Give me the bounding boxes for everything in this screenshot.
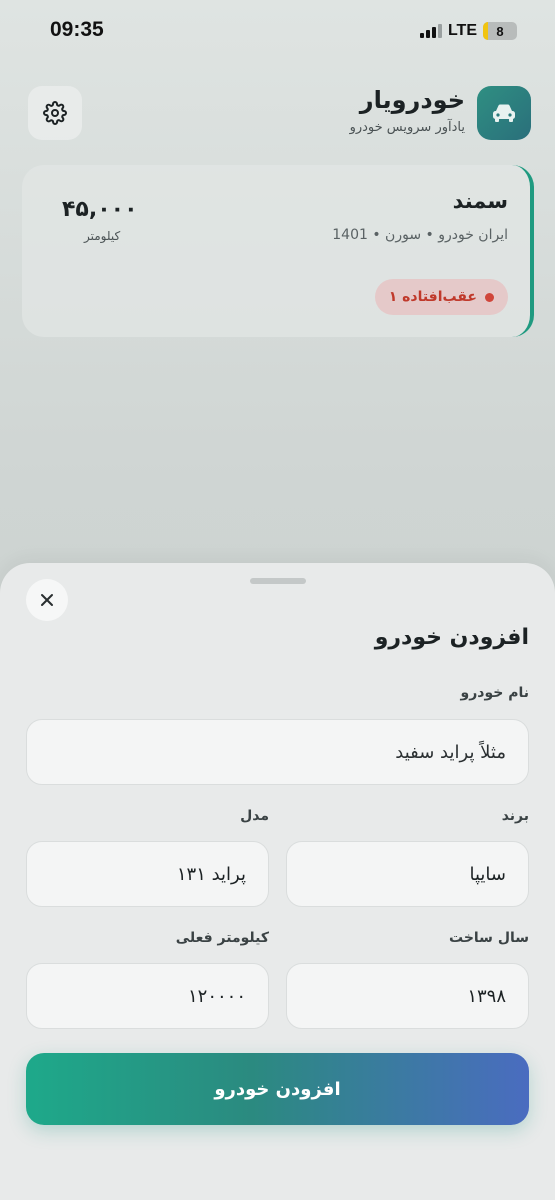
close-icon bbox=[41, 594, 53, 606]
model-input[interactable]: پراید ۱۳۱ bbox=[26, 841, 269, 907]
brand-input[interactable]: سایپا bbox=[286, 841, 529, 907]
app-logo bbox=[477, 86, 531, 140]
status-dot-icon bbox=[485, 292, 494, 302]
km-value: ۱۲۰۰۰۰ bbox=[187, 985, 246, 1007]
year-input[interactable]: ۱۳۹۸ bbox=[286, 963, 529, 1029]
km-label: کیلومتر فعلی bbox=[175, 930, 269, 946]
car-icon bbox=[493, 104, 515, 122]
sheet-grabber[interactable] bbox=[250, 578, 306, 584]
battery-icon: 8 bbox=[483, 22, 517, 40]
car-card[interactable]: سمند ایران خودرو • سورن • 1401 ۴۵,۰۰۰ کی… bbox=[22, 165, 534, 337]
year-value: ۱۳۹۸ bbox=[467, 985, 506, 1007]
name-label: نام خودرو bbox=[460, 685, 529, 701]
model-value: پراید ۱۳۱ bbox=[176, 863, 246, 885]
car-km: ۴۵,۰۰۰ bbox=[62, 197, 138, 222]
add-car-sheet: افزودن خودرو نام خودرو مثلاً پراید سفید … bbox=[0, 563, 555, 1200]
car-km-unit: کیلومتر bbox=[84, 229, 121, 243]
overdue-badge: ۱ عقب‌افتاده bbox=[374, 279, 508, 315]
battery-level: 8 bbox=[496, 23, 504, 39]
brand-value: سایپا bbox=[469, 863, 507, 885]
brand-label: برند bbox=[501, 808, 529, 824]
close-button[interactable] bbox=[26, 579, 68, 621]
add-car-button[interactable]: افزودن خودرو bbox=[26, 1053, 529, 1125]
app-title: خودرویار bbox=[359, 86, 465, 114]
app-subtitle: یادآور سرویس خودرو bbox=[349, 120, 465, 135]
overdue-label: ۱ عقب‌افتاده bbox=[388, 289, 477, 305]
year-label: سال ساخت bbox=[449, 930, 529, 946]
car-meta: ایران خودرو • سورن • 1401 bbox=[332, 227, 508, 243]
km-input[interactable]: ۱۲۰۰۰۰ bbox=[26, 963, 269, 1029]
status-indicators: LTE 8 bbox=[419, 22, 517, 40]
model-label: مدل bbox=[240, 808, 269, 824]
car-name: سمند bbox=[452, 189, 508, 213]
signal-icon bbox=[419, 24, 442, 38]
status-time: 09:35 bbox=[50, 18, 104, 41]
car-name-placeholder: مثلاً پراید سفید bbox=[395, 741, 506, 763]
network-label: LTE bbox=[447, 22, 477, 39]
status-bar: 09:35 LTE 8 bbox=[0, 0, 555, 64]
car-name-input[interactable]: مثلاً پراید سفید bbox=[26, 719, 529, 785]
gear-icon bbox=[43, 101, 67, 125]
app-header: خودرویار یادآور سرویس خودرو bbox=[0, 84, 555, 144]
settings-button[interactable] bbox=[28, 86, 82, 140]
sheet-title: افزودن خودرو bbox=[374, 625, 529, 650]
